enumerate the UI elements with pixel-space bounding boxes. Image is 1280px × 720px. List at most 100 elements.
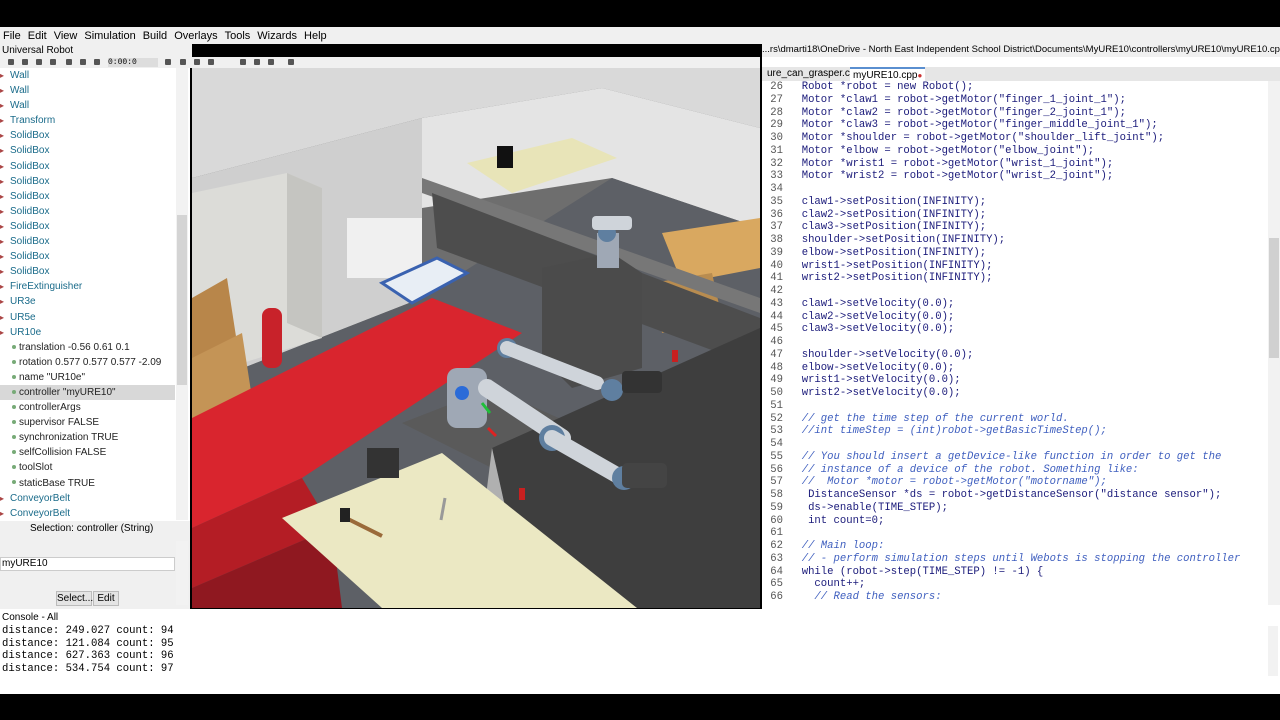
menu-help[interactable]: Help [301, 30, 331, 42]
fast-icon[interactable] [208, 59, 214, 65]
menu-overlays[interactable]: Overlays [171, 30, 221, 42]
expand-arrow-icon[interactable]: ▸ [0, 506, 10, 520]
expand-arrow-icon[interactable]: ▸ [0, 264, 10, 279]
expand-arrow-icon[interactable]: ▸ [0, 159, 10, 174]
edit-button[interactable]: Edit [93, 591, 119, 606]
expand-arrow-icon[interactable]: ▸ [0, 325, 10, 340]
menu-wizards[interactable]: Wizards [254, 30, 301, 42]
open-world-icon[interactable] [8, 59, 14, 65]
screenshot-icon[interactable] [268, 59, 274, 65]
tree-node[interactable]: ▸ SolidBox [0, 189, 175, 204]
tree-node[interactable]: ▸ ConveyorBelt [0, 506, 175, 520]
delete-icon[interactable] [94, 59, 100, 65]
tree-node[interactable]: ▸ SolidBox [0, 174, 175, 189]
reset-icon[interactable] [165, 59, 171, 65]
expand-arrow-icon[interactable]: ▸ [0, 310, 10, 325]
tree-node[interactable]: ▸ FireExtinguisher [0, 279, 175, 294]
code-line: 57 // Motor *motor = robot->getMotor("mo… [762, 476, 1268, 489]
console-output[interactable]: distance: 249.027 count: 94 distance: 121… [2, 625, 702, 685]
scene-tree[interactable]: ▸ Wall ▸ Wall ▸ Wall ▸ Transform ▸ SolidBox ▸ Solid… [0, 68, 175, 520]
tree-node[interactable]: ▸ SolidBox [0, 159, 175, 174]
menu-view[interactable]: View [51, 30, 82, 42]
3d-viewport[interactable] [192, 68, 760, 608]
tree-node[interactable]: ▸ SolidBox [0, 143, 175, 158]
tree-field[interactable]: name "UR10e" [0, 370, 175, 385]
tree-node[interactable]: ▸ SolidBox [0, 249, 175, 264]
tree-node[interactable]: ▸ Wall [0, 68, 175, 83]
tree-field[interactable]: translation -0.56 0.61 0.1 [0, 340, 175, 355]
menu-file[interactable]: File [0, 30, 25, 42]
tree-node[interactable]: ▸ SolidBox [0, 128, 175, 143]
expand-arrow-icon[interactable]: ▸ [0, 174, 10, 189]
redo-icon[interactable] [66, 59, 72, 65]
code-area[interactable]: 26 Robot *robot = new Robot(); 27 Motor *… [762, 81, 1268, 605]
code-line: 52 // get the time step of the current w… [762, 413, 1268, 426]
tree-field[interactable]: controllerArgs [0, 400, 175, 415]
tree-node[interactable]: ▸ UR3e [0, 294, 175, 309]
console-scrollbar[interactable] [1268, 626, 1278, 676]
expand-arrow-icon[interactable]: ▸ [0, 491, 10, 506]
field-bullet-icon [12, 359, 16, 364]
expand-arrow-icon[interactable]: ▸ [0, 83, 10, 98]
expand-arrow-icon[interactable]: ▸ [0, 189, 10, 204]
field-editor-scrollbar[interactable] [176, 541, 188, 605]
stop-icon[interactable] [240, 59, 246, 65]
code-line: 55 // You should insert a getDevice-like… [762, 451, 1268, 464]
add-icon[interactable] [80, 59, 86, 65]
tree-field[interactable]: toolSlot [0, 460, 175, 475]
expand-arrow-icon[interactable]: ▸ [0, 249, 10, 264]
tree-field[interactable]: rotation 0.577 0.577 0.577 -2.09 [0, 355, 175, 370]
save-icon[interactable] [22, 59, 28, 65]
menu-simulation[interactable]: Simulation [81, 30, 139, 42]
tree-node[interactable]: ▸ Wall [0, 83, 175, 98]
expand-arrow-icon[interactable]: ▸ [0, 68, 10, 83]
code-text: Motor *elbow = robot->getMotor("elbow_jo… [789, 144, 1095, 157]
line-number: 48 [770, 361, 783, 374]
tree-node[interactable]: ▸ SolidBox [0, 234, 175, 249]
expand-arrow-icon[interactable]: ▸ [0, 143, 10, 158]
menu-edit[interactable]: Edit [25, 30, 51, 42]
tree-label: SolidBox [10, 145, 50, 157]
expand-arrow-icon[interactable]: ▸ [0, 98, 10, 113]
menu-build[interactable]: Build [140, 30, 171, 42]
scene-tree-scroll-thumb[interactable] [177, 215, 187, 385]
tree-field[interactable]: synchronization TRUE [0, 430, 175, 445]
tree-node[interactable]: ▸ SolidBox [0, 264, 175, 279]
tree-field[interactable]: controller "myURE10" [0, 384, 175, 401]
play-icon[interactable] [180, 59, 186, 65]
expand-arrow-icon[interactable]: ▸ [0, 279, 10, 294]
menu-tools[interactable]: Tools [222, 30, 255, 42]
code-scroll-thumb[interactable] [1269, 238, 1279, 358]
record-icon[interactable] [254, 59, 260, 65]
select-button[interactable]: Select... [56, 591, 93, 606]
tree-field[interactable]: selfCollision FALSE [0, 445, 175, 460]
line-number: 37 [770, 221, 783, 234]
line-number: 58 [770, 489, 783, 501]
field-bullet-icon [12, 465, 16, 470]
tree-node[interactable]: ▸ UR10e [0, 325, 175, 340]
step-icon[interactable] [194, 59, 200, 65]
expand-arrow-icon[interactable]: ▸ [0, 113, 10, 128]
tree-field[interactable]: supervisor FALSE [0, 415, 175, 430]
field-bullet-icon [12, 480, 16, 485]
tree-node[interactable]: ▸ Wall [0, 98, 175, 113]
code-line: 33 Motor *wrist2 = robot->getMotor("wris… [762, 170, 1268, 183]
tab-ure-can-grasper[interactable]: ure_can_grasper.c [764, 67, 853, 81]
code-text: wrist1->setVelocity(0.0); [789, 374, 961, 387]
tree-node[interactable]: ▸ Transform [0, 113, 175, 128]
expand-arrow-icon[interactable]: ▸ [0, 204, 10, 219]
close-icon[interactable]: ● [917, 71, 922, 80]
undo-icon[interactable] [50, 59, 56, 65]
volume-icon[interactable] [288, 59, 294, 65]
tree-field[interactable]: staticBase TRUE [0, 476, 175, 491]
tree-node[interactable]: ▸ SolidBox [0, 204, 175, 219]
tree-node[interactable]: ▸ ConveyorBelt [0, 491, 175, 506]
controller-value-field[interactable]: myURE10 [0, 557, 175, 571]
tree-node[interactable]: ▸ SolidBox [0, 219, 175, 234]
reload-icon[interactable] [36, 59, 42, 65]
expand-arrow-icon[interactable]: ▸ [0, 219, 10, 234]
expand-arrow-icon[interactable]: ▸ [0, 294, 10, 309]
expand-arrow-icon[interactable]: ▸ [0, 128, 10, 143]
tree-node[interactable]: ▸ UR5e [0, 310, 175, 325]
expand-arrow-icon[interactable]: ▸ [0, 234, 10, 249]
